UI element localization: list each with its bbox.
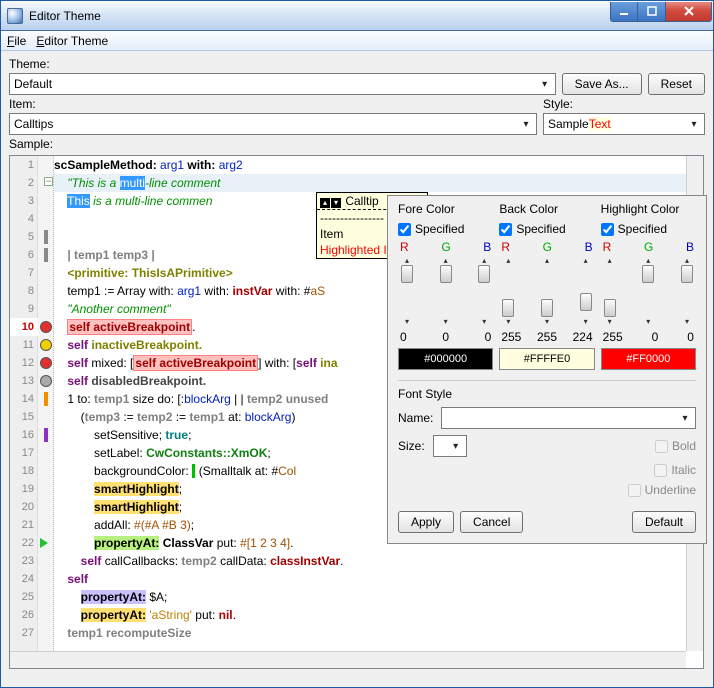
- item-combo[interactable]: Calltips▾: [9, 113, 537, 135]
- back-specified-checkbox[interactable]: Specified: [499, 222, 594, 236]
- font-name-combo[interactable]: ▾: [441, 407, 696, 429]
- default-button[interactable]: Default: [632, 511, 696, 533]
- chevron-down-icon: ▾: [686, 116, 702, 132]
- breakpoint-icon[interactable]: [40, 375, 52, 387]
- fore-swatch: #000000: [398, 348, 493, 370]
- exec-pointer-icon: [40, 538, 48, 548]
- breakpoint-icon[interactable]: [40, 357, 52, 369]
- underline-checkbox[interactable]: Underline: [628, 483, 696, 497]
- fore-color-group: Fore Color Specified RGB ▴▾ ▴▾ ▴▾ 000 #0…: [398, 202, 493, 370]
- back-r-slider[interactable]: ▴▾: [499, 256, 517, 326]
- back-color-group: Back Color Specified RGB ▴▾ ▴▾ ▴▾ 255255…: [499, 202, 594, 370]
- font-name-label: Name:: [398, 411, 433, 425]
- style-combo[interactable]: Sample Text▾: [543, 113, 705, 135]
- menubar: File Editor Theme: [1, 31, 713, 51]
- hl-swatch: #FF0000: [601, 348, 696, 370]
- item-label: Item:: [9, 97, 537, 111]
- style-label: Style:: [543, 97, 705, 111]
- font-style-group: Font Style Name: ▾ Size: ▾ Bold Italic U…: [398, 380, 696, 497]
- fore-specified-checkbox[interactable]: Specified: [398, 222, 493, 236]
- hl-g-slider[interactable]: ▴▾: [639, 256, 657, 326]
- fore-r-slider[interactable]: ▴▾: [398, 256, 416, 326]
- content: Theme: Default▾ Save As... Reset Item: C…: [1, 51, 713, 687]
- cancel-button[interactable]: Cancel: [460, 511, 523, 533]
- fore-g-slider[interactable]: ▴▾: [437, 256, 455, 326]
- menu-editor-theme[interactable]: Editor Theme: [36, 34, 108, 48]
- back-b-slider[interactable]: ▴▾: [577, 256, 595, 326]
- horizontal-scrollbar[interactable]: [10, 651, 686, 668]
- chevron-down-icon: ▾: [537, 76, 553, 92]
- chevron-down-icon: ▾: [518, 116, 534, 132]
- titlebar[interactable]: Editor Theme: [1, 1, 713, 31]
- theme-label: Theme:: [9, 57, 705, 71]
- theme-combo[interactable]: Default▾: [9, 73, 556, 95]
- breakpoint-icon[interactable]: [40, 321, 52, 333]
- back-g-slider[interactable]: ▴▾: [538, 256, 556, 326]
- font-size-label: Size:: [398, 439, 425, 453]
- hl-b-slider[interactable]: ▴▾: [678, 256, 696, 326]
- italic-checkbox[interactable]: Italic: [654, 463, 696, 477]
- sample-label: Sample:: [9, 137, 705, 151]
- font-size-combo[interactable]: ▾: [433, 435, 467, 457]
- highlight-color-group: Highlight Color Specified RGB ▴▾ ▴▾ ▴▾ 2…: [601, 202, 696, 370]
- apply-button[interactable]: Apply: [398, 511, 454, 533]
- back-swatch: #FFFFE0: [499, 348, 594, 370]
- saveas-button[interactable]: Save As...: [562, 73, 642, 95]
- window-title: Editor Theme: [29, 9, 610, 23]
- hl-specified-checkbox[interactable]: Specified: [601, 222, 696, 236]
- calltip-up-icon[interactable]: ▴: [320, 198, 330, 208]
- font-style-title: Font Style: [398, 387, 696, 401]
- calltip-down-icon[interactable]: ▾: [331, 198, 341, 208]
- fore-b-slider[interactable]: ▴▾: [475, 256, 493, 326]
- app-icon: [7, 8, 23, 24]
- maximize-button[interactable]: [638, 2, 666, 22]
- minimize-button[interactable]: [610, 2, 638, 22]
- reset-button[interactable]: Reset: [648, 73, 705, 95]
- breakpoint-icon[interactable]: [40, 339, 52, 351]
- fold-toggle[interactable]: −: [44, 177, 53, 186]
- color-font-panel: Fore Color Specified RGB ▴▾ ▴▾ ▴▾ 000 #0…: [387, 195, 707, 544]
- close-button[interactable]: [666, 2, 712, 22]
- window: Editor Theme File Editor Theme Theme: De…: [0, 0, 714, 688]
- bold-checkbox[interactable]: Bold: [655, 439, 696, 453]
- window-buttons: [610, 2, 712, 22]
- menu-file[interactable]: File: [7, 34, 26, 48]
- hl-r-slider[interactable]: ▴▾: [601, 256, 619, 326]
